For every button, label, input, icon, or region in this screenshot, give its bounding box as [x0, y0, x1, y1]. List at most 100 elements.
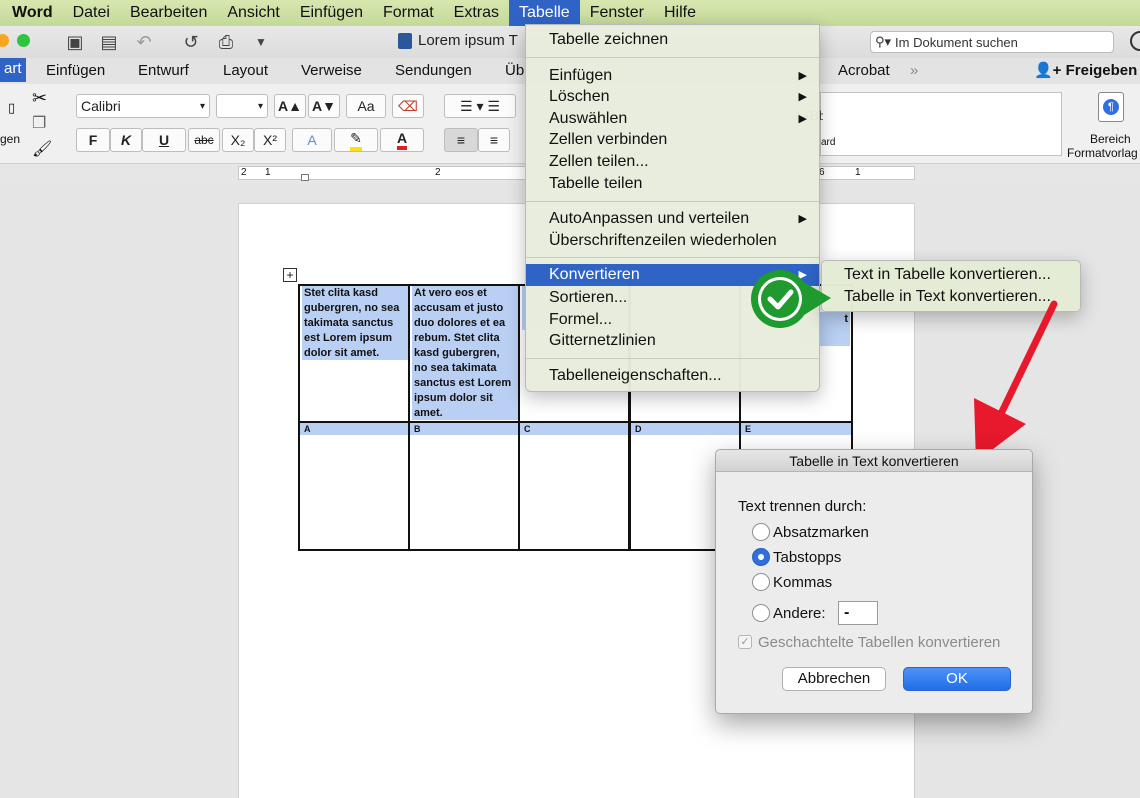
menu-tabelle[interactable]: Tabelle [509, 0, 580, 26]
search-placeholder: Im Dokument suchen [895, 34, 1018, 50]
tabelle-menu: Tabelle zeichnen Einfügen ▶ Löschen ▶ Ausw… [525, 24, 820, 392]
tab-einfuegen[interactable]: Einfügen [46, 62, 105, 79]
share-label: Freigeben [1065, 62, 1138, 79]
menu-item-label: Löschen [549, 88, 610, 105]
menu-item-label: Zellen teilen... [549, 153, 649, 170]
cancel-button[interactable]: Abbrechen [782, 667, 886, 691]
menu-item-gitternetzlinien[interactable]: Gitternetzlinien [526, 330, 819, 352]
undo-icon[interactable]: ↶ [133, 31, 155, 53]
cell-text: At vero eos et accusam et justo duo dolo… [412, 286, 518, 420]
underline-button[interactable]: U [142, 128, 186, 152]
submenu-arrow-icon: ▶ [798, 113, 807, 125]
subscript-button[interactable]: X₂ [222, 128, 254, 152]
customize-toolbar-icon[interactable]: ▼ [250, 31, 272, 53]
menu-bearbeiten[interactable]: Bearbeiten [120, 0, 217, 26]
menu-item-label: Konvertieren [549, 266, 640, 283]
radio-absatzmarken[interactable] [752, 523, 770, 541]
menu-item-tabelle-zeichnen[interactable]: Tabelle zeichnen [526, 29, 819, 51]
menu-item-autoanpassen[interactable]: AutoAnpassen und verteilen ▶ [526, 208, 819, 230]
clear-formatting-icon[interactable]: ⌫ [392, 94, 424, 118]
other-separator-input[interactable]: - [838, 601, 878, 625]
align-left-icon[interactable]: ≡ [444, 128, 478, 152]
zoom-window-button[interactable] [17, 34, 30, 47]
menu-ansicht[interactable]: Ansicht [217, 0, 289, 26]
add-person-icon: 👤+ [1034, 62, 1062, 79]
menu-item-tabelle-teilen[interactable]: Tabelle teilen [526, 173, 819, 195]
menu-item-tabelleneigenschaften[interactable]: Tabelleneigenschaften... [526, 365, 819, 387]
bold-button[interactable]: F [76, 128, 110, 152]
sidebar-icon[interactable]: ▣ [64, 31, 86, 53]
menu-item-einfuegen[interactable]: Einfügen ▶ [526, 65, 819, 87]
menu-datei[interactable]: Datei [63, 0, 120, 26]
tab-acrobat[interactable]: Acrobat [838, 62, 890, 79]
radio-label-kommas: Kommas [773, 574, 833, 591]
radio-label-absatzmarken: Absatzmarken [773, 524, 869, 541]
red-arrow-icon [974, 300, 1058, 462]
tab-sendungen[interactable]: Sendungen [395, 62, 472, 79]
redo-icon[interactable]: ↺ [180, 31, 202, 53]
tab-entwurf[interactable]: Entwurf [138, 62, 189, 79]
superscript-button[interactable]: X² [254, 128, 286, 152]
cell-text: Stet clita kasd gubergren, no sea takima… [302, 286, 408, 360]
submenu-item-text-in-tabelle[interactable]: Text in Tabelle konvertieren... [844, 266, 1051, 284]
paste-icon[interactable]: ▯ [8, 100, 15, 116]
search-icon: ⚲▾ [875, 34, 892, 49]
cut-icon[interactable]: ✂ [32, 88, 47, 109]
radio-label-tabstopps: Tabstopps [773, 549, 842, 566]
menu-einfuegen[interactable]: Einfügen [290, 0, 373, 26]
shrink-font-button[interactable]: A▼ [308, 94, 340, 118]
radio-andere[interactable] [752, 604, 770, 622]
menu-item-loeschen[interactable]: Löschen ▶ [526, 86, 819, 108]
change-case-button[interactable]: Aa [346, 94, 386, 118]
table-cell[interactable] [408, 421, 520, 551]
menu-item-label: AutoAnpassen und verteilen [549, 210, 750, 227]
menu-item-label: Gitternetzlinien [549, 332, 656, 349]
grow-font-button[interactable]: A▲ [274, 94, 306, 118]
menu-extras[interactable]: Extras [444, 0, 509, 26]
indent-marker[interactable] [301, 174, 309, 181]
paste-label: gen [0, 132, 21, 146]
italic-button[interactable]: K [110, 128, 142, 152]
document-title: Lorem ipsum T [398, 32, 518, 49]
tab-verweise[interactable]: Verweise [301, 62, 362, 79]
menu-hilfe[interactable]: Hilfe [654, 0, 706, 26]
menu-word[interactable]: Word [0, 0, 63, 26]
menu-item-zellen-verbinden[interactable]: Zellen verbinden [526, 129, 819, 151]
save-icon[interactable]: ▤ [98, 31, 120, 53]
tab-ueberpruefen[interactable]: Üb [505, 62, 524, 79]
more-tabs-icon[interactable]: » [910, 62, 918, 79]
font-name-select[interactable]: Calibri ▾ [76, 94, 210, 118]
radio-tabstopps[interactable] [752, 548, 770, 566]
menu-item-ueberschriftenzeilen[interactable]: Überschriftenzeilen wiederholen [526, 230, 819, 252]
format-painter-icon[interactable]: 🖌 [32, 139, 52, 159]
menu-format[interactable]: Format [373, 0, 444, 26]
font-color-icon[interactable]: A [380, 128, 424, 152]
table-move-handle-icon[interactable]: + [283, 268, 297, 282]
menu-item-zellen-teilen[interactable]: Zellen teilen... [526, 151, 819, 173]
menu-item-auswaehlen[interactable]: Auswählen ▶ [526, 108, 819, 130]
tab-start[interactable]: art [0, 58, 26, 82]
styles-pane-icon[interactable]: ¶ [1098, 92, 1124, 122]
radio-kommas[interactable] [752, 573, 770, 591]
separator-section-label: Text trennen durch: [738, 498, 867, 515]
styles-gallery[interactable]: AaBbCcDdEe ard [793, 92, 1062, 156]
tab-layout[interactable]: Layout [223, 62, 268, 79]
nested-tables-checkbox[interactable]: ✓ [738, 635, 752, 649]
align-center-icon[interactable]: ≡ [478, 128, 510, 152]
chevron-down-icon: ▾ [199, 100, 205, 112]
font-size-select[interactable]: ▾ [216, 94, 268, 118]
menu-fenster[interactable]: Fenster [580, 0, 654, 26]
search-input[interactable]: ⚲▾ Im Dokument suchen [870, 31, 1114, 53]
convert-table-dialog: Tabelle in Text konvertieren Text trenne… [715, 449, 1033, 714]
highlight-icon[interactable]: ✎ [334, 128, 378, 152]
copy-icon[interactable]: ❐ [32, 113, 46, 133]
text-effects-icon[interactable]: A [292, 128, 332, 152]
table-cell[interactable] [518, 421, 630, 551]
strikethrough-button[interactable]: abc [188, 128, 220, 152]
ok-button[interactable]: OK [903, 667, 1011, 691]
print-icon[interactable]: ⎙ [215, 31, 237, 53]
style-name: ard [821, 137, 836, 148]
table-cell[interactable] [298, 421, 410, 551]
share-button[interactable]: 👤+ Freigeben [1034, 61, 1137, 79]
bullets-icon[interactable]: ☰ ▾ ☰ [444, 94, 516, 118]
